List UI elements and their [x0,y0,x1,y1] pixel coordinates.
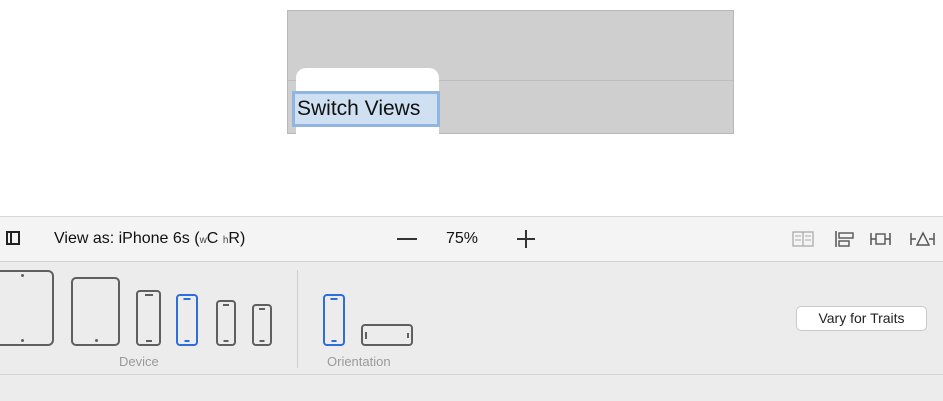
canvas-view-controller[interactable]: Switch Views [287,10,734,135]
device-iphone-se[interactable] [216,300,236,346]
zoom-level: 75% [446,230,479,247]
view-as-toolbar: View as: iPhone 6s (wC hR) 75% [0,216,943,262]
view-as-label[interactable]: View as: iPhone 6s (wC hR) [54,230,245,248]
zoom-out-button[interactable] [397,238,417,240]
orientation-landscape[interactable] [361,324,413,346]
align-icon[interactable] [834,230,856,248]
device-iphone-4s[interactable] [252,304,272,346]
device-configuration-bar: Device Orientation Vary for Traits [0,262,943,375]
document-outline-toggle-icon[interactable] [6,231,20,245]
device-ipad-pro[interactable] [0,270,54,346]
view-as-prefix: View as: iPhone 6s ( [54,230,200,247]
view-as-suffix: ) [239,230,246,247]
size-class-h-value: R [228,230,240,247]
pin-icon[interactable] [870,230,892,248]
embed-stack-icon[interactable] [792,230,814,248]
device-ipad[interactable] [71,277,120,346]
switch-views-label[interactable]: Switch Views [292,91,440,127]
size-class-w: w [199,235,207,246]
vary-for-traits-button[interactable]: Vary for Traits [796,306,927,331]
resolve-issues-icon[interactable] [910,230,936,248]
panel-divider [297,270,298,368]
zoom-in-button[interactable] [517,230,535,248]
size-class-w-value: C [206,230,219,247]
orientation-portrait-selected[interactable] [323,294,345,346]
device-iphone-6s-selected[interactable] [176,294,198,346]
device-iphone-6s-plus[interactable] [136,290,161,346]
orientation-label: Orientation [327,354,391,369]
device-label: Device [119,354,159,369]
canvas-background [0,375,943,401]
